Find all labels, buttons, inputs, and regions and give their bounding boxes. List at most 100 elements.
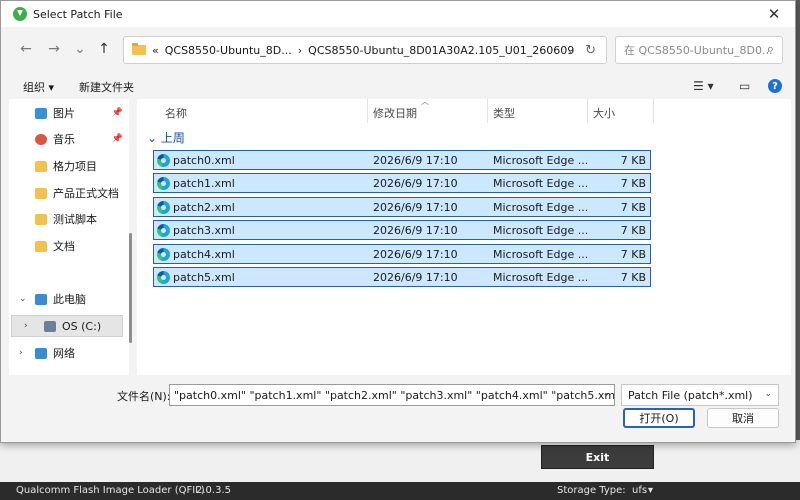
music-icon xyxy=(35,133,47,145)
sidebar-item-test-scripts[interactable]: 测试脚本 xyxy=(9,208,129,230)
back-arrow-icon[interactable]: ← xyxy=(17,40,35,58)
search-box[interactable]: 在 QCS8550-Ubuntu_8D0... ⌕ xyxy=(615,36,783,64)
recent-locations-icon[interactable]: ⌄ xyxy=(71,40,89,58)
sidebar-item-gree-project[interactable]: 格力项目 xyxy=(9,155,129,177)
sidebar-item-label: 音乐 xyxy=(53,133,75,146)
file-date: 2026/6/9 17:10 xyxy=(373,177,458,190)
status-app-name: Qualcomm Flash Image Loader (QFIL) xyxy=(16,485,205,496)
column-name[interactable]: 名称 xyxy=(165,105,187,121)
select-patch-file-dialog: Select Patch File ✕ ← → ⌄ ↑ « QCS8550-Ub… xyxy=(0,0,796,443)
file-row-patch5[interactable]: patch5.xml 2026/6/9 17:10 Microsoft Edge… xyxy=(153,267,651,287)
column-divider[interactable] xyxy=(487,99,488,123)
dialog-footer: 文件名(N): "patch0.xml" "patch1.xml" "patch… xyxy=(1,381,795,441)
storage-type-value[interactable]: ufs xyxy=(632,485,647,496)
pin-icon: 📌 xyxy=(111,108,123,118)
open-button[interactable]: 打开(O) xyxy=(623,408,695,428)
chevron-down-icon[interactable]: ⌄ xyxy=(602,389,610,399)
command-bar: 组织 ▾ 新建文件夹 ☰ ▾ ▭ ? xyxy=(1,75,795,97)
new-folder-button[interactable]: 新建文件夹 xyxy=(79,79,134,95)
chevron-down-icon[interactable]: ⌄ xyxy=(19,294,27,304)
column-divider[interactable] xyxy=(653,99,654,123)
breadcrumb-segment-2[interactable]: QCS8550-Ubuntu_8D01A30A2.105_U01_260609 xyxy=(308,44,574,57)
network-icon xyxy=(35,347,47,359)
close-icon[interactable]: ✕ xyxy=(759,1,789,27)
organize-menu[interactable]: 组织 ▾ xyxy=(23,79,54,95)
folder-icon xyxy=(35,187,47,199)
edge-file-icon xyxy=(157,177,170,190)
file-row-patch0[interactable]: patch0.xml 2026/6/9 17:10 Microsoft Edge… xyxy=(153,150,651,170)
status-bar: Qualcomm Flash Image Loader (QFIL) 2.0.3… xyxy=(0,482,800,500)
file-name: patch5.xml xyxy=(173,271,235,284)
column-divider[interactable] xyxy=(587,99,588,123)
exit-button[interactable]: Exit xyxy=(541,445,654,469)
sidebar-item-product-docs[interactable]: 产品正式文档 xyxy=(9,182,129,204)
qfil-button-strip xyxy=(0,440,800,482)
file-type: Microsoft Edge ... xyxy=(493,271,589,284)
file-type: Microsoft Edge ... xyxy=(493,224,589,237)
pin-icon: 📌 xyxy=(111,134,123,144)
address-overflow[interactable]: « xyxy=(152,44,159,57)
filename-input[interactable]: "patch0.xml" "patch1.xml" "patch2.xml" "… xyxy=(169,384,615,406)
search-placeholder: 在 QCS8550-Ubuntu_8D0... xyxy=(624,44,773,57)
storage-type-label: Storage Type: xyxy=(557,485,626,496)
file-row-patch4[interactable]: patch4.xml 2026/6/9 17:10 Microsoft Edge… xyxy=(153,244,651,264)
file-list: 名称 ︿ 修改日期 类型 大小 ⌄ 上周 patch0.xml 2026/6/9… xyxy=(137,97,791,375)
help-icon[interactable]: ? xyxy=(768,79,782,93)
column-type[interactable]: 类型 xyxy=(493,105,515,121)
column-header: 名称 ︿ 修改日期 类型 大小 xyxy=(137,97,791,123)
sidebar-scrollbar[interactable] xyxy=(129,233,132,343)
sidebar-item-os-drive[interactable]: › OS (C:) xyxy=(11,315,123,337)
column-date[interactable]: 修改日期 xyxy=(373,105,417,121)
breadcrumb-separator[interactable]: › xyxy=(298,44,302,57)
file-row-patch2[interactable]: patch2.xml 2026/6/9 17:10 Microsoft Edge… xyxy=(153,197,651,217)
folder-icon xyxy=(35,213,47,225)
folder-icon xyxy=(132,43,146,55)
file-row-patch3[interactable]: patch3.xml 2026/6/9 17:10 Microsoft Edge… xyxy=(153,220,651,240)
cancel-button[interactable]: 取消 xyxy=(707,408,779,428)
file-size: 7 KB xyxy=(620,201,646,214)
chevron-right-icon[interactable]: › xyxy=(24,321,28,331)
navigation-pane: 图片 📌 音乐 📌 格力项目 产品正式文档 测试脚本 文档 ⌄ 此电脑 › OS… xyxy=(9,99,129,375)
forward-arrow-icon[interactable]: → xyxy=(45,40,63,58)
sort-caret-icon: ︿ xyxy=(421,97,429,106)
view-options-icon[interactable]: ☰ ▾ xyxy=(693,79,714,93)
file-name: patch2.xml xyxy=(173,201,235,214)
chevron-down-icon[interactable]: ⌄ xyxy=(764,389,772,399)
preview-pane-icon[interactable]: ▭ xyxy=(739,79,750,93)
sidebar-item-pictures[interactable]: 图片 📌 xyxy=(9,102,129,124)
file-size: 7 KB xyxy=(620,177,646,190)
address-bar[interactable]: « QCS8550-Ubuntu_8D... › QCS8550-Ubuntu_… xyxy=(123,36,607,64)
chevron-right-icon[interactable]: › xyxy=(19,348,23,358)
status-version: 2.0.3.5 xyxy=(196,485,231,496)
search-icon[interactable]: ⌕ xyxy=(767,42,774,57)
sidebar-item-this-pc[interactable]: ⌄ 此电脑 xyxy=(9,288,129,310)
address-dropdown-icon[interactable]: ⌄ xyxy=(567,44,576,57)
file-type-filter[interactable]: Patch File (patch*.xml) ⌄ xyxy=(621,384,779,406)
file-type: Microsoft Edge ... xyxy=(493,177,589,190)
drive-icon xyxy=(44,320,56,332)
breadcrumb-segment-1[interactable]: QCS8550-Ubuntu_8D... xyxy=(165,44,292,57)
file-size: 7 KB xyxy=(620,271,646,284)
column-size[interactable]: 大小 xyxy=(593,105,615,121)
folder-icon xyxy=(35,240,47,252)
sidebar-item-music[interactable]: 音乐 📌 xyxy=(9,128,129,150)
file-row-patch1[interactable]: patch1.xml 2026/6/9 17:10 Microsoft Edge… xyxy=(153,173,651,193)
file-size: 7 KB xyxy=(620,154,646,167)
sidebar-item-label: 产品正式文档 xyxy=(53,187,119,200)
refresh-icon[interactable]: ↻ xyxy=(585,43,596,58)
sidebar-item-network[interactable]: › 网络 xyxy=(9,342,129,364)
storage-caret-icon[interactable]: ▾ xyxy=(648,485,653,496)
filename-value: "patch0.xml" "patch1.xml" "patch2.xml" "… xyxy=(174,388,615,402)
sidebar-item-label: 测试脚本 xyxy=(53,213,97,226)
filename-label: 文件名(N): xyxy=(117,390,171,403)
up-arrow-icon[interactable]: ↑ xyxy=(95,40,113,58)
file-date: 2026/6/9 17:10 xyxy=(373,248,458,261)
file-date: 2026/6/9 17:10 xyxy=(373,154,458,167)
filter-value: Patch File (patch*.xml) xyxy=(628,388,753,402)
edge-file-icon xyxy=(157,201,170,214)
column-divider[interactable] xyxy=(367,99,368,123)
sidebar-item-documents[interactable]: 文档 xyxy=(9,235,129,257)
group-header-last-week[interactable]: ⌄ 上周 xyxy=(147,129,185,146)
computer-icon xyxy=(35,293,47,305)
sidebar-item-label: 文档 xyxy=(53,240,75,253)
